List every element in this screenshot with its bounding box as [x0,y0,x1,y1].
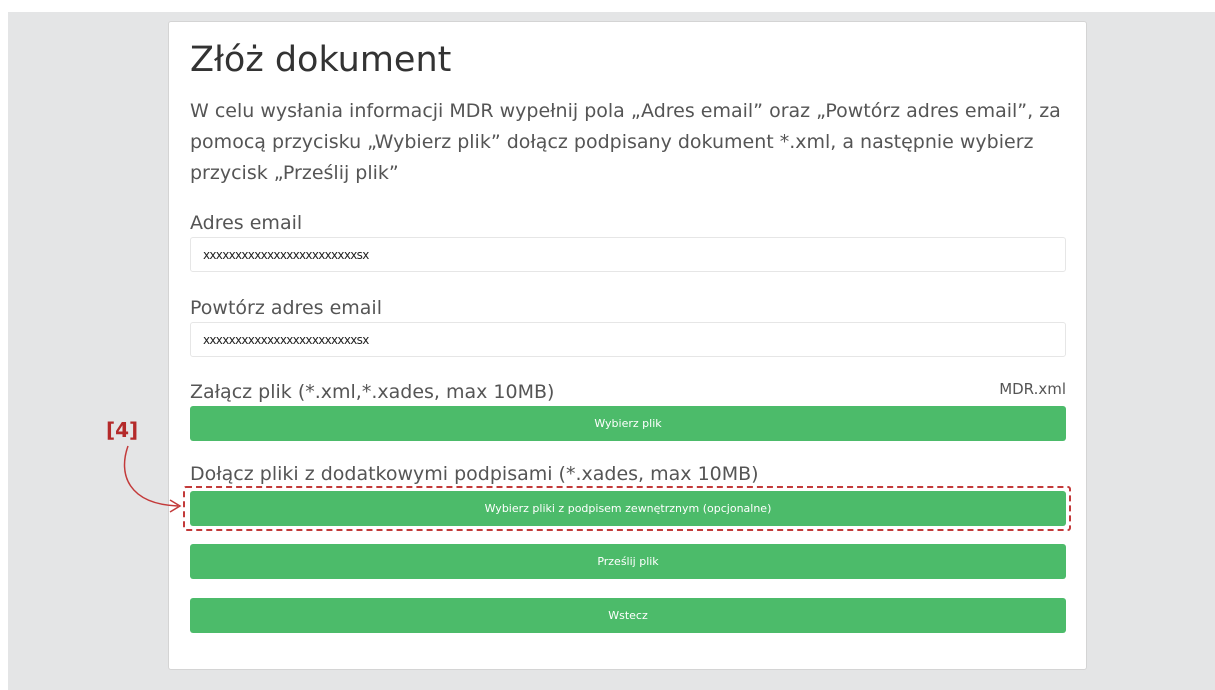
back-button[interactable]: Wstecz [190,598,1066,633]
instructions-text: W celu wysłania informacji MDR wypełnij … [190,100,1061,184]
repeat-email-label: Powtórz adres email [190,297,382,319]
arrow-icon [123,445,182,513]
page-title: Złóż dokument [190,40,452,80]
extra-signatures-label: Dołącz pliki z dodatkowymi podpisami (*.… [190,463,759,485]
repeat-email-field[interactable] [190,322,1066,357]
email-field[interactable] [190,237,1066,272]
step-marker: [4] [106,418,139,442]
choose-file-button[interactable]: Wybierz plik [190,406,1066,441]
attached-file-name: MDR.xml [999,380,1066,398]
highlight-box [183,486,1071,531]
email-label: Adres email [190,212,303,234]
send-file-button[interactable]: Prześlij plik [190,544,1066,579]
attach-file-label: Załącz plik (*.xml,*.xades, max 10MB) [190,381,555,403]
